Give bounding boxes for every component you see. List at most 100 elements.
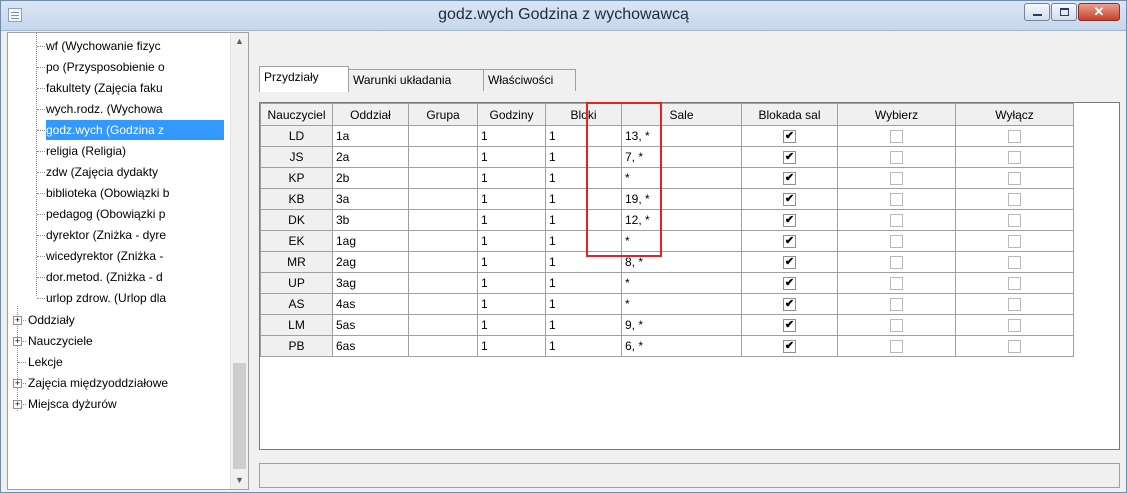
select-checkbox[interactable] [890, 130, 903, 144]
select-cell[interactable] [837, 167, 956, 189]
teacher-cell[interactable]: PB [260, 335, 333, 357]
hours-cell[interactable]: 1 [477, 314, 546, 336]
lock-cell[interactable]: ✔ [741, 209, 838, 231]
exclude-checkbox[interactable] [1008, 172, 1021, 186]
teacher-cell[interactable]: MR [260, 251, 333, 273]
class-cell[interactable]: 4as [332, 293, 409, 315]
group-cell[interactable] [408, 272, 478, 294]
group-cell[interactable] [408, 251, 478, 273]
lock-cell[interactable]: ✔ [741, 125, 838, 147]
lock-cell[interactable]: ✔ [741, 146, 838, 168]
lock-cell[interactable]: ✔ [741, 167, 838, 189]
column-header[interactable]: Oddział [332, 103, 409, 126]
column-header[interactable]: Nauczyciel [260, 103, 333, 126]
rooms-cell[interactable]: 8, * [621, 251, 742, 273]
class-cell[interactable]: 3ag [332, 272, 409, 294]
select-cell[interactable] [837, 335, 956, 357]
lock-checkbox[interactable]: ✔ [783, 319, 796, 333]
rooms-cell[interactable]: 7, * [621, 146, 742, 168]
select-checkbox[interactable] [890, 277, 903, 291]
select-checkbox[interactable] [890, 298, 903, 312]
column-header[interactable]: Wybierz [837, 103, 956, 126]
select-cell[interactable] [837, 146, 956, 168]
teacher-cell[interactable]: JS [260, 146, 333, 168]
table-row[interactable]: KP 2b 1 1 * ✔ [260, 167, 1074, 189]
select-cell[interactable] [837, 209, 956, 231]
expand-icon[interactable]: + [13, 379, 22, 388]
class-cell[interactable]: 2a [332, 146, 409, 168]
table-row[interactable]: EK 1ag 1 1 * ✔ [260, 230, 1074, 252]
blocks-cell[interactable]: 1 [545, 125, 622, 147]
exclude-checkbox[interactable] [1008, 235, 1021, 249]
tree-item[interactable]: religia (Religia) [46, 141, 224, 161]
rooms-cell[interactable]: * [621, 293, 742, 315]
hours-cell[interactable]: 1 [477, 230, 546, 252]
tree-item[interactable]: zdw (Zajęcia dydakty [46, 162, 224, 182]
table-row[interactable]: UP 3ag 1 1 * ✔ [260, 272, 1074, 294]
table-row[interactable]: MR 2ag 1 1 8, * ✔ [260, 251, 1074, 273]
select-checkbox[interactable] [890, 235, 903, 249]
blocks-cell[interactable]: 1 [545, 209, 622, 231]
group-cell[interactable] [408, 125, 478, 147]
select-cell[interactable] [837, 293, 956, 315]
teacher-cell[interactable]: UP [260, 272, 333, 294]
rooms-cell[interactable]: 6, * [621, 335, 742, 357]
rooms-cell[interactable]: 9, * [621, 314, 742, 336]
exclude-checkbox[interactable] [1008, 298, 1021, 312]
lock-checkbox[interactable]: ✔ [783, 130, 796, 144]
group-cell[interactable] [408, 230, 478, 252]
exclude-cell[interactable] [955, 146, 1074, 168]
class-cell[interactable]: 2ag [332, 251, 409, 273]
rooms-cell[interactable]: * [621, 272, 742, 294]
table-row[interactable]: LM 5as 1 1 9, * ✔ [260, 314, 1074, 336]
group-cell[interactable] [408, 314, 478, 336]
exclude-checkbox[interactable] [1008, 151, 1021, 165]
hours-cell[interactable]: 1 [477, 209, 546, 231]
lock-checkbox[interactable]: ✔ [783, 340, 796, 354]
column-header[interactable]: Sale [621, 103, 742, 126]
blocks-cell[interactable]: 1 [545, 146, 622, 168]
lock-checkbox[interactable]: ✔ [783, 151, 796, 165]
select-checkbox[interactable] [890, 340, 903, 354]
column-header[interactable]: Godziny [477, 103, 546, 126]
lock-cell[interactable]: ✔ [741, 293, 838, 315]
group-cell[interactable] [408, 146, 478, 168]
group-cell[interactable] [408, 188, 478, 210]
tree-item[interactable]: fakultety (Zajęcia faku [46, 78, 224, 98]
rooms-cell[interactable]: * [621, 230, 742, 252]
scroll-down-icon[interactable]: ▼ [231, 472, 248, 489]
exclude-cell[interactable] [955, 335, 1074, 357]
exclude-cell[interactable] [955, 251, 1074, 273]
rooms-cell[interactable]: 12, * [621, 209, 742, 231]
select-cell[interactable] [837, 314, 956, 336]
blocks-cell[interactable]: 1 [545, 335, 622, 357]
group-cell[interactable] [408, 335, 478, 357]
teacher-cell[interactable]: LD [260, 125, 333, 147]
select-cell[interactable] [837, 188, 956, 210]
table-row[interactable]: DK 3b 1 1 12, * ✔ [260, 209, 1074, 231]
select-checkbox[interactable] [890, 214, 903, 228]
exclude-checkbox[interactable] [1008, 256, 1021, 270]
tree-item[interactable]: wf (Wychowanie fizyc [46, 36, 224, 56]
lock-checkbox[interactable]: ✔ [783, 172, 796, 186]
blocks-cell[interactable]: 1 [545, 251, 622, 273]
teacher-cell[interactable]: DK [260, 209, 333, 231]
lock-checkbox[interactable]: ✔ [783, 214, 796, 228]
group-cell[interactable] [408, 293, 478, 315]
exclude-checkbox[interactable] [1008, 319, 1021, 333]
rooms-cell[interactable]: * [621, 167, 742, 189]
table-row[interactable]: JS 2a 1 1 7, * ✔ [260, 146, 1074, 168]
blocks-cell[interactable]: 1 [545, 314, 622, 336]
tree-item-root[interactable]: Miejsca dyżurów [28, 394, 117, 414]
exclude-checkbox[interactable] [1008, 340, 1021, 354]
tree-scrollbar[interactable]: ▲ ▼ [230, 33, 248, 489]
tree-item[interactable]: dor.metod. (Zniżka - d [46, 267, 224, 287]
tree-item-root[interactable]: Zajęcia międzyoddziałowe [28, 373, 168, 393]
tree-item[interactable]: urlop zdrow. (Urlop dla [46, 288, 224, 308]
select-checkbox[interactable] [890, 151, 903, 165]
column-header[interactable]: Grupa [408, 103, 478, 126]
table-row[interactable]: LD 1a 1 1 13, * ✔ [260, 125, 1074, 147]
tree-item[interactable]: dyrektor (Zniżka - dyre [46, 225, 224, 245]
select-cell[interactable] [837, 272, 956, 294]
expand-icon[interactable]: + [13, 316, 22, 325]
